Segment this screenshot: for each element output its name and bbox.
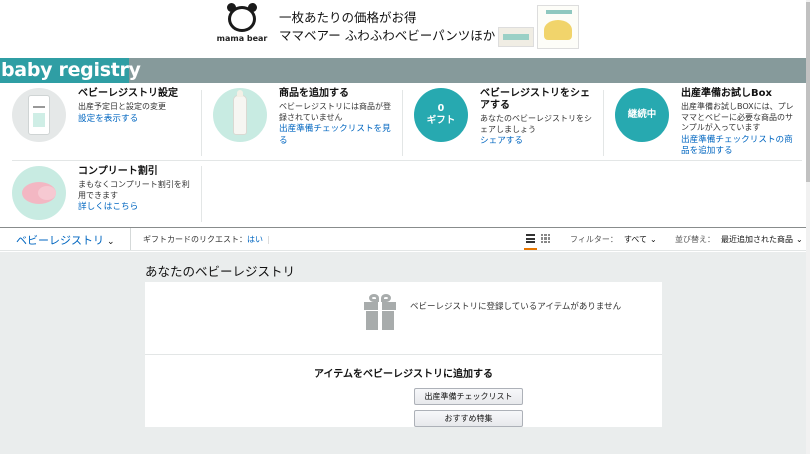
view-checklist-link[interactable]: 出産準備チェックリストを見る [279,124,391,146]
chevron-down-icon: ⌄ [796,235,803,244]
active-view-indicator [524,248,537,250]
tile-title: ベビーレジストリをシェアする [480,88,590,111]
checklist-button[interactable]: 出産準備チェックリスト [414,388,523,405]
chevron-down-icon: ⌄ [107,237,115,247]
mama-bear-logo: mama bear [217,3,267,48]
ad-banner[interactable]: mama bear 一枚あたりの価格がお得 ママベアー ふわふわベビーパンツほか [217,3,579,50]
piggy-bank-icon [12,166,66,220]
tile-completion-discount: コンプリート割引 まもなくコンプリート割引を利用できます 詳しくはこちら [12,166,197,220]
registry-selector[interactable]: ベビーレジストリ ⌄ [16,232,115,248]
featured-button[interactable]: おすすめ特集 [414,410,523,427]
tile-desc: 出産予定日と設定の変更 [78,102,166,111]
gift-count-badge: 0 ギフト [414,88,468,142]
view-settings-link[interactable]: 設定を表示する [78,114,138,124]
tile-registry-settings: ベビーレジストリ設定 出産予定日と設定の変更 設定を表示する [12,88,197,142]
empty-registry-message: ベビーレジストリに登録しているアイテムがありません [410,302,622,312]
baby-registry-logo[interactable]: baby registry [1,58,141,83]
add-items-heading: アイテムをベビーレジストリに追加する [314,369,493,380]
learn-more-link[interactable]: 詳しくはこちら [78,202,138,212]
registry-toolbar: ベビーレジストリ ⌄ ギフトカードのリクエスト：はい | フィルター： すべて ⌄ 並び… [0,227,806,251]
baby-bottle-icon [213,88,267,142]
grid-view-icon[interactable] [541,234,550,243]
ad-product-diapers-image [537,5,579,49]
filter-dropdown[interactable]: フィルター： すべて ⌄ [570,234,657,245]
add-checklist-items-link[interactable]: 出産準備チェックリストの商品を追加する [681,135,793,157]
tile-add-items: 商品を追加する ベビーレジストリには商品が登録されていません 出産準備チェックリ… [213,88,398,146]
gift-count-label: ギフト [426,115,456,126]
sort-dropdown[interactable]: 並び替え： 最近追加された商品 ⌄ [675,234,803,245]
tile-desc: 出産準備お試しBOXには、プレママとベビーに必要な商品のサンプルが入っています [681,102,794,132]
section-title: あなたのベビーレジストリ [145,264,296,279]
ad-text: 一枚あたりの価格がお得 ママベアー ふわふわベビーパンツほか [279,9,496,45]
tile-title: 商品を追加する [279,88,349,99]
tile-title: 出産準備お試しBox [681,88,772,99]
list-view-icon[interactable] [526,234,535,243]
tile-title: コンプリート割引 [78,166,158,177]
scrollbar-thumb[interactable] [806,2,810,182]
chevron-down-icon: ⌄ [649,235,657,244]
tile-title: ベビーレジストリ設定 [78,88,178,99]
baby-registry-header-bar: baby registry [0,58,806,83]
ad-line-1: 一枚あたりの価格がお得 [279,10,417,25]
tile-share-registry: 0 ギフト ベビーレジストリをシェアする あなたのベビーレジストリをシェアしまし… [414,88,599,147]
trial-status-badge: 継続中 [615,88,669,142]
tile-trial-box: 継続中 出産準備お試しBox 出産準備お試しBOXには、プレママとベビーに必要な… [615,88,803,157]
page-scrollbar[interactable] [806,0,810,454]
tile-desc: ベビーレジストリには商品が登録されていません [279,102,391,122]
tile-desc: あなたのベビーレジストリをシェアしましょう [480,114,592,134]
gift-box-icon [364,294,396,330]
gift-card-request: ギフトカードのリクエスト：はい | [143,235,270,244]
ad-line-2: ママベアー ふわふわベビーパンツほか [279,28,496,43]
share-link[interactable]: シェアする [480,136,523,146]
settings-phone-icon [12,88,66,142]
tile-desc: まもなくコンプリート割引を利用できます [78,180,190,200]
gift-card-request-value[interactable]: はい [247,235,263,244]
gift-count: 0 [437,103,445,114]
trial-status-label: 継続中 [627,109,657,120]
ad-product-wipes-image [498,27,534,47]
bear-icon [227,3,257,32]
